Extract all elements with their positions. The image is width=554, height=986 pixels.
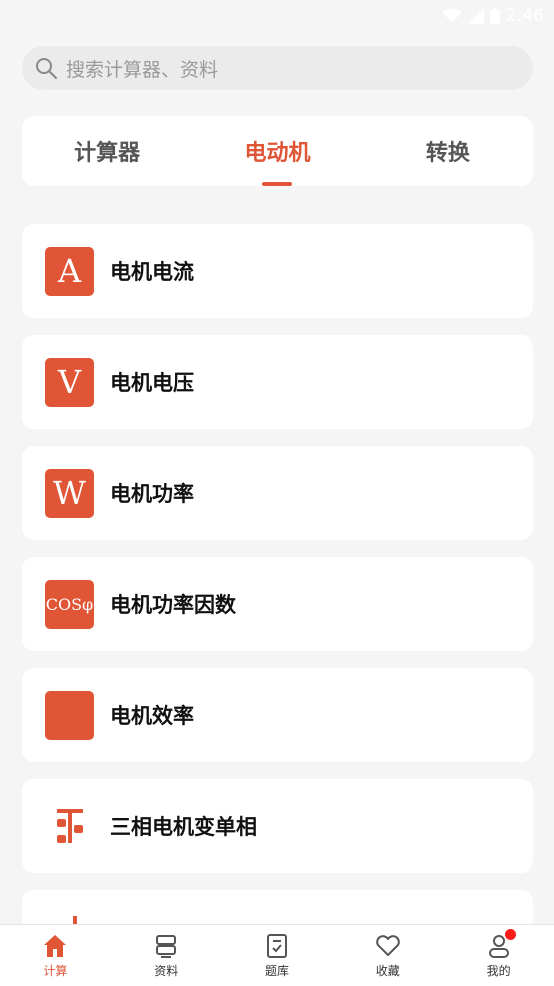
calculator-list: A 电机电流 V 电机电压 W 电机功率 COSφ 电机功率因数 电机效率 三相… xyxy=(22,224,533,947)
list-item-label: 电机功率 xyxy=(110,482,194,506)
phase-converter-icon xyxy=(45,802,94,851)
document-icon xyxy=(156,934,177,958)
list-item-label: 电机电流 xyxy=(110,260,194,284)
search-placeholder: 搜索计算器、资料 xyxy=(66,58,219,81)
bottom-navigation: 计算 资料 题库 收藏 我的 xyxy=(0,924,554,986)
nav-favorites[interactable]: 收藏 xyxy=(332,925,443,986)
nav-calculate[interactable]: 计算 xyxy=(0,925,111,986)
list-item-label: 电机效率 xyxy=(110,704,194,728)
home-icon xyxy=(44,934,67,957)
efficiency-icon xyxy=(45,690,94,740)
search-bar[interactable]: 搜索计算器、资料 xyxy=(22,46,533,90)
quiz-icon xyxy=(266,933,287,958)
signal-icon xyxy=(467,8,484,24)
category-tabs: 计算器 电动机 转换 xyxy=(22,116,533,186)
list-item-motor-current[interactable]: A 电机电流 xyxy=(22,224,533,318)
list-item-power-factor[interactable]: COSφ 电机功率因数 xyxy=(22,557,533,651)
nav-label: 资料 xyxy=(154,963,179,978)
list-item-label: 三相电机变单相 xyxy=(110,815,257,839)
nav-materials[interactable]: 资料 xyxy=(111,925,222,986)
tab-conversion[interactable]: 转换 xyxy=(363,116,533,186)
battery-icon xyxy=(489,8,500,24)
search-icon xyxy=(36,58,57,79)
status-time: 2:46 xyxy=(505,6,544,26)
nav-label: 题库 xyxy=(264,963,289,978)
list-item-motor-voltage[interactable]: V 电机电压 xyxy=(22,335,533,429)
status-bar: 2:46 xyxy=(0,0,554,32)
tab-calculator[interactable]: 计算器 xyxy=(22,116,192,186)
watt-icon: W xyxy=(45,468,94,518)
list-item-phase-conversion[interactable]: 三相电机变单相 xyxy=(22,779,533,873)
notification-dot xyxy=(505,929,517,940)
nav-label: 计算 xyxy=(43,963,68,978)
list-item-motor-power[interactable]: W 电机功率 xyxy=(22,446,533,540)
nav-question-bank[interactable]: 题库 xyxy=(222,925,333,986)
list-item-motor-efficiency[interactable]: 电机效率 xyxy=(22,668,533,762)
ampere-icon: A xyxy=(45,246,94,296)
heart-icon xyxy=(375,934,400,956)
list-item-label: 电机功率因数 xyxy=(110,593,236,617)
tab-motor[interactable]: 电动机 xyxy=(192,116,362,186)
volt-icon: V xyxy=(45,357,94,407)
nav-profile[interactable]: 我的 xyxy=(443,925,554,986)
wifi-icon xyxy=(441,8,462,23)
nav-label: 收藏 xyxy=(375,963,400,978)
list-item-label: 电机电压 xyxy=(110,371,194,395)
power-factor-icon: COSφ xyxy=(45,579,94,629)
nav-label: 我的 xyxy=(486,963,511,978)
